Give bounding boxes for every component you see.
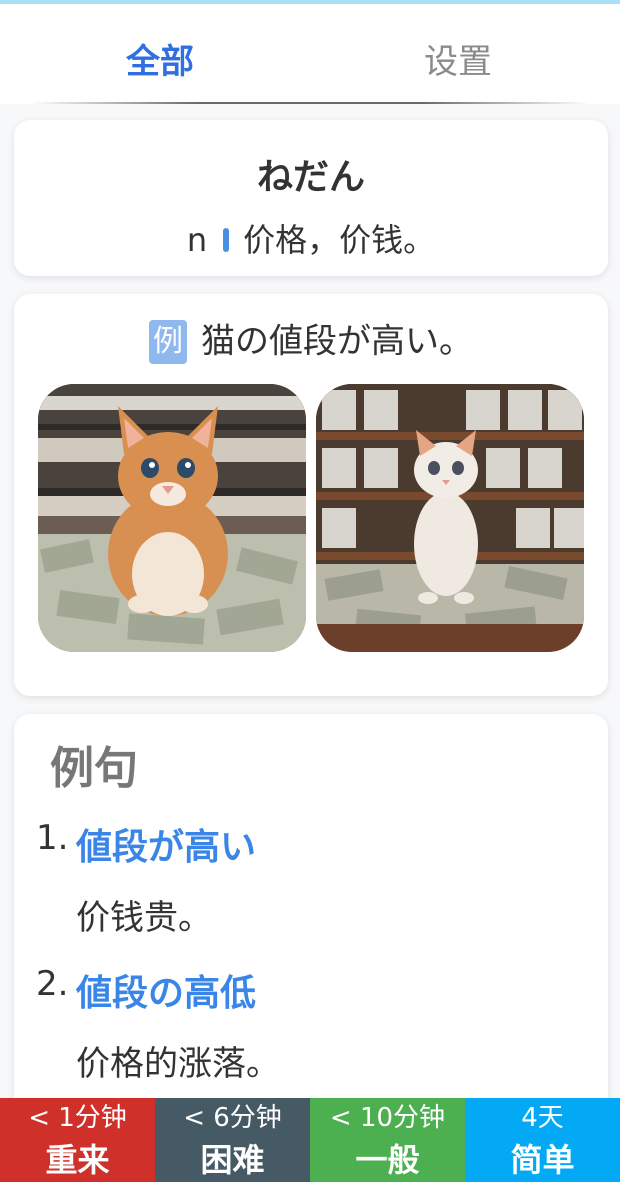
sentence-number: 1.	[36, 818, 69, 858]
sentence-number: 2.	[36, 964, 69, 1004]
pos-separator	[223, 228, 230, 252]
hard-button[interactable]: < 6分钟 困难	[155, 1098, 310, 1182]
word-meaning: 价格，价钱。	[243, 221, 436, 259]
word-card: ねだん n 价格，价钱。	[14, 120, 608, 276]
example-image-white-cat	[316, 384, 584, 652]
hard-label: 困难	[200, 1141, 265, 1179]
word-reading: ねだん	[256, 157, 365, 198]
good-button[interactable]: < 10分钟 一般	[310, 1098, 465, 1182]
word-meaning-row: n 价格，价钱。	[14, 218, 608, 260]
good-label: 一般	[355, 1141, 420, 1179]
example-sentence-row: 例猫の値段が高い。	[14, 316, 608, 366]
easy-interval: 4天	[521, 1103, 564, 1133]
tab-divider	[30, 102, 590, 104]
example-sentences-card: 例句 1. 値段が高い 价钱贵。 2. 値段の高低 价格的涨落。	[14, 714, 608, 1114]
again-button[interactable]: < 1分钟 重来	[0, 1098, 155, 1182]
sentence-japanese[interactable]: 値段の高低	[76, 964, 256, 1016]
sentence-japanese[interactable]: 値段が高い	[76, 818, 256, 870]
hard-interval: < 6分钟	[183, 1103, 282, 1133]
sentence-translation: 价格的涨落。	[76, 1044, 280, 1084]
example-sentence: 猫の値段が高い。	[201, 321, 473, 362]
again-interval: < 1分钟	[28, 1103, 127, 1133]
part-of-speech: n	[186, 221, 208, 259]
tab-settings[interactable]: 设置	[424, 40, 492, 84]
sentences-title: 例句	[50, 743, 138, 794]
example-image-orange-cat	[38, 384, 306, 652]
example-card: 例猫の値段が高い。	[14, 294, 608, 696]
again-label: 重来	[45, 1141, 110, 1179]
easy-button[interactable]: 4天 简单	[465, 1098, 620, 1182]
sentence-translation: 价钱贵。	[76, 898, 212, 938]
tab-bar: 全部 设置	[0, 4, 620, 104]
example-badge: 例	[149, 319, 187, 364]
answer-button-bar: < 1分钟 重来 < 6分钟 困难 < 10分钟 一般 4天 简单	[0, 1098, 620, 1182]
easy-label: 简单	[510, 1141, 575, 1179]
good-interval: < 10分钟	[329, 1103, 446, 1133]
tab-all[interactable]: 全部	[126, 40, 194, 84]
